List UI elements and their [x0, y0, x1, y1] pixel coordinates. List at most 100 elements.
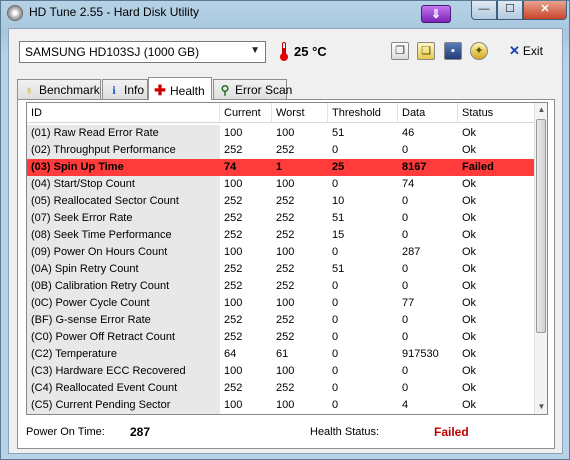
download-arrow-icon[interactable]: ⇓	[421, 5, 451, 23]
cell-data: 0	[402, 382, 409, 394]
table-row[interactable]: (0C) Power Cycle Count 100 100 0 77 Ok	[27, 295, 535, 312]
scrollbar-thumb[interactable]	[536, 119, 546, 333]
hdd-app-icon	[7, 5, 23, 21]
table-row[interactable]: (05) Reallocated Sector Count 252 252 10 0 Ok	[27, 193, 535, 210]
health-panel: ID Current Worst Threshold Data Status (…	[17, 99, 555, 449]
copy-icon[interactable]: ❐	[391, 42, 409, 60]
minimize-button[interactable]: —	[471, 1, 497, 20]
cell-current: 100	[224, 246, 243, 258]
cell-threshold: 0	[332, 382, 339, 394]
cell-data: 917530	[402, 348, 439, 360]
cell-id: (01) Raw Read Error Rate	[27, 125, 220, 142]
close-button[interactable]: ✕	[523, 1, 567, 20]
toolbar: SAMSUNG HD103SJ (1000 GB) ▼ 25 °C ❐ ❏ ▪ …	[9, 29, 562, 73]
cell-threshold: 0	[332, 246, 339, 258]
cell-id: (BF) G-sense Error Rate	[27, 312, 220, 329]
cell-id: (05) Reallocated Sector Count	[27, 193, 220, 210]
drive-select-value: SAMSUNG HD103SJ (1000 GB)	[25, 45, 200, 59]
table-row[interactable]: (C5) Current Pending Sector 100 100 0 4 Ok	[27, 397, 535, 414]
cell-current: 100	[224, 365, 243, 377]
drive-select[interactable]: SAMSUNG HD103SJ (1000 GB) ▼	[19, 41, 266, 63]
table-row[interactable]: (02) Throughput Performance 252 252 0 0 Ok	[27, 142, 535, 159]
cell-data: 0	[402, 212, 409, 224]
cell-data: 287	[402, 246, 421, 258]
stopwatch-icon: ♁	[24, 83, 34, 97]
scroll-up-icon[interactable]: ▲	[535, 103, 547, 117]
cell-current: 252	[224, 195, 243, 207]
cell-threshold: 15	[332, 229, 345, 241]
scroll-down-icon[interactable]: ▼	[535, 400, 547, 414]
save-icon[interactable]: ▪	[444, 42, 462, 60]
tab-error-scan[interactable]: ⚲ Error Scan	[213, 79, 292, 99]
cell-data: 0	[402, 365, 409, 377]
tab-health[interactable]: ✚ Health	[148, 77, 212, 100]
cell-data: 77	[402, 297, 415, 309]
table-row[interactable]: (09) Power On Hours Count 100 100 0 287 Ok	[27, 244, 535, 261]
column-header-id[interactable]: ID	[27, 103, 220, 123]
table-row[interactable]: (07) Seek Error Rate 252 252 51 0 Ok	[27, 210, 535, 227]
cell-current: 252	[224, 263, 243, 275]
table-row[interactable]: (C0) Power Off Retract Count 252 252 0 0 Ok	[27, 329, 535, 346]
exit-button[interactable]: ✕ Exit	[509, 43, 543, 59]
table-row[interactable]: (C2) Temperature 64 61 0 917530 Ok	[27, 346, 535, 363]
table-row[interactable]: (01) Raw Read Error Rate 100 100 51 46 Ok	[27, 125, 535, 142]
cell-status: Failed	[458, 159, 535, 176]
power-on-value: 287	[130, 425, 151, 439]
cell-id: (0B) Calibration Retry Count	[27, 278, 220, 295]
cell-current: 252	[224, 212, 243, 224]
cell-worst: 252	[276, 280, 295, 292]
table-row[interactable]: (0A) Spin Retry Count 252 252 51 0 Ok	[27, 261, 535, 278]
cell-worst: 252	[276, 382, 295, 394]
cell-worst: 100	[276, 246, 295, 258]
cell-threshold: 0	[332, 178, 339, 190]
info-icon: i	[112, 83, 116, 97]
table-row[interactable]: (04) Start/Stop Count 100 100 0 74 Ok	[27, 176, 535, 193]
cell-current: 252	[224, 331, 243, 343]
cell-status: Ok	[462, 365, 477, 377]
cell-worst: 100	[276, 297, 295, 309]
temperature-readout: 25 °C	[294, 44, 327, 59]
chevron-down-icon: ▼	[250, 45, 260, 56]
column-header-data[interactable]: Data	[398, 103, 458, 123]
vertical-scrollbar[interactable]: ▲ ▼	[534, 103, 547, 414]
cell-data: 0	[402, 195, 409, 207]
exit-icon: ✕	[509, 43, 520, 58]
tab-benchmark[interactable]: ♁ Benchmark	[17, 79, 101, 99]
table-row[interactable]: (0B) Calibration Retry Count 252 252 0 0 Ok	[27, 278, 535, 295]
table-row[interactable]: (08) Seek Time Performance 252 252 15 0 Ok	[27, 227, 535, 244]
column-header-worst[interactable]: Worst	[272, 103, 328, 123]
column-header-status[interactable]: Status	[458, 103, 535, 123]
cell-status: Ok	[462, 314, 477, 326]
cell-threshold: 0	[332, 365, 339, 377]
cell-threshold: 10	[332, 195, 345, 207]
cell-id: (C3) Hardware ECC Recovered	[27, 363, 220, 380]
thermometer-icon	[280, 42, 288, 61]
cell-data: 4	[402, 399, 409, 411]
client-area: SAMSUNG HD103SJ (1000 GB) ▼ 25 °C ❐ ❏ ▪ …	[8, 28, 563, 454]
cell-data: 46	[402, 127, 415, 139]
table-row[interactable]: (C3) Hardware ECC Recovered 100 100 0 0 Ok	[27, 363, 535, 380]
cell-threshold: 51	[332, 263, 345, 275]
app-window: HD Tune 2.55 - Hard Disk Utility ⇓ — ☐ ✕…	[0, 0, 570, 460]
cell-id: (02) Throughput Performance	[27, 142, 220, 159]
cell-current: 252	[224, 229, 243, 241]
column-header-threshold[interactable]: Threshold	[328, 103, 398, 123]
cell-worst: 100	[276, 365, 295, 377]
cell-id: (0A) Spin Retry Count	[27, 261, 220, 278]
table-row[interactable]: (03) Spin Up Time 74 1 25 8167 Failed	[27, 159, 535, 176]
cell-status: Ok	[462, 399, 477, 411]
table-row[interactable]: (BF) G-sense Error Rate 252 252 0 0 Ok	[27, 312, 535, 329]
options-icon[interactable]: ✦	[470, 42, 488, 60]
magnifier-icon: ⚲	[220, 83, 230, 97]
column-header-current[interactable]: Current	[220, 103, 272, 123]
copy-all-icon[interactable]: ❏	[417, 42, 435, 60]
title-bar[interactable]: HD Tune 2.55 - Hard Disk Utility ⇓ — ☐ ✕	[1, 1, 569, 25]
health-status-label: Health Status:	[310, 426, 380, 438]
tab-info[interactable]: i Info	[102, 79, 148, 99]
table-row[interactable]: (C4) Reallocated Event Count 252 252 0 0 Ok	[27, 380, 535, 397]
cell-id: (07) Seek Error Rate	[27, 210, 220, 227]
smart-attributes-list[interactable]: ID Current Worst Threshold Data Status (…	[26, 102, 548, 415]
cell-worst: 100	[276, 399, 295, 411]
cell-current: 100	[224, 127, 243, 139]
maximize-button[interactable]: ☐	[497, 1, 523, 20]
